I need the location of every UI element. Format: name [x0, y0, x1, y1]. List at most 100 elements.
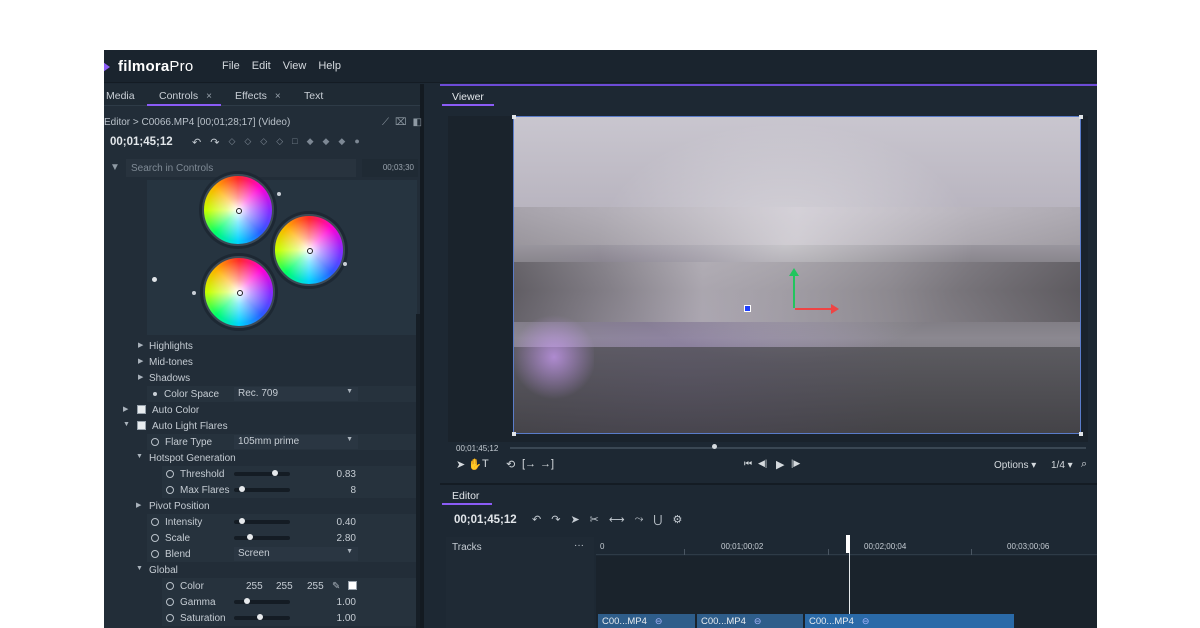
wheel-handle[interactable] — [307, 248, 313, 254]
keyframe-toggle[interactable] — [151, 518, 159, 526]
timeline-clip[interactable]: C00...MP4 ⊖ — [598, 614, 696, 628]
highlights-color-wheel[interactable] — [202, 174, 274, 246]
move-y-gizmo[interactable] — [793, 274, 795, 308]
eyedropper-icon[interactable]: ✎ — [332, 581, 340, 592]
ripple-tool-icon[interactable]: ⤳ — [635, 513, 644, 526]
property-hotspot-generation[interactable]: ▼ Hotspot Generation — [104, 450, 420, 466]
transform-handle[interactable] — [1079, 432, 1083, 436]
tab-viewer[interactable]: Viewer — [452, 91, 484, 103]
keyframe-toggle[interactable] — [166, 486, 174, 494]
hand-tool-icon[interactable]: ✋ — [468, 458, 482, 471]
keyframe-icon[interactable]: ◆ — [338, 136, 345, 149]
graph-icon[interactable]: ⟋ — [382, 117, 389, 128]
slider-knob[interactable] — [239, 486, 245, 492]
prev-keyframe-icon[interactable]: ◇ — [228, 136, 235, 149]
property-auto-color[interactable]: ▶ Auto Color — [104, 402, 420, 418]
timeline-clip[interactable]: C00...MP4 ⊖ — [697, 614, 804, 628]
gear-icon[interactable]: ⚙ — [673, 513, 683, 526]
close-icon[interactable]: × — [275, 91, 281, 102]
color-b-value[interactable]: 255 — [307, 581, 324, 592]
transform-handle[interactable] — [1079, 115, 1083, 119]
property-global[interactable]: ▼ Global — [104, 562, 420, 578]
property-shadows[interactable]: ▶ Shadows — [104, 370, 420, 386]
color-space-dropdown[interactable]: Rec. 709 ▼ — [234, 387, 358, 401]
wheel-handle[interactable] — [236, 208, 242, 214]
color-swatch[interactable] — [348, 581, 357, 590]
keyframe-toggle[interactable] — [151, 550, 159, 558]
tab-effects[interactable]: Effects × — [235, 90, 281, 102]
property-midtones[interactable]: ▶ Mid-tones — [104, 354, 420, 370]
magnet-icon[interactable]: ⋃ — [653, 513, 662, 526]
keyframe-icon[interactable]: ◆ — [322, 136, 329, 149]
keyframe-toggle[interactable] — [166, 582, 174, 590]
gamma-slider[interactable] — [234, 598, 290, 604]
transform-handle[interactable] — [512, 115, 516, 119]
scrub-track[interactable] — [510, 447, 1086, 449]
anchor-point-handle[interactable] — [744, 305, 751, 312]
midtones-color-wheel[interactable] — [273, 214, 345, 286]
undo-icon[interactable]: ↶ — [532, 513, 541, 526]
tracks-menu-button[interactable]: ··· — [574, 540, 584, 551]
keyframe-icon[interactable]: □ — [292, 136, 297, 149]
zoom-dropdown[interactable]: 1/4 ▾ — [1051, 460, 1073, 471]
menu-file[interactable]: File — [222, 60, 240, 72]
keyframe-icon[interactable]: ● — [354, 136, 359, 149]
arrow-right-icon[interactable] — [831, 304, 839, 314]
saturation-slider[interactable] — [234, 614, 290, 620]
filter-icon[interactable]: ▼ — [110, 162, 120, 173]
menu-edit[interactable]: Edit — [252, 60, 271, 72]
layout-icon[interactable]: ◧ — [413, 117, 422, 128]
wheel-level-knob[interactable] — [343, 262, 347, 266]
step-back-icon[interactable]: ◀| — [758, 458, 767, 469]
text-tool-icon[interactable]: T — [482, 458, 489, 470]
tab-editor[interactable]: Editor — [452, 490, 479, 502]
transform-handle[interactable] — [512, 432, 516, 436]
keyframe-icon[interactable]: ◇ — [244, 136, 251, 149]
mark-out-icon[interactable]: →] — [540, 458, 554, 470]
panel-scrollbar[interactable] — [416, 314, 420, 628]
keyframe-icon[interactable]: ◆ — [307, 136, 314, 149]
undo-icon[interactable]: ↶ — [192, 136, 201, 149]
select-tool-icon[interactable]: ➤ — [570, 513, 579, 526]
auto-color-checkbox[interactable] — [137, 405, 146, 414]
redo-icon[interactable]: ↷ — [210, 136, 219, 149]
keyframe-icon[interactable]: ⌧ — [395, 117, 407, 128]
skip-back-icon[interactable]: ⏮ — [744, 458, 752, 469]
options-button[interactable]: Options ▾ — [994, 460, 1036, 471]
keyframe-toggle[interactable] — [166, 470, 174, 478]
blend-dropdown[interactable]: Screen ▼ — [234, 547, 358, 561]
menu-help[interactable]: Help — [318, 60, 341, 72]
max-flares-slider[interactable] — [234, 486, 290, 492]
tab-media[interactable]: Media — [106, 90, 135, 102]
razor-tool-icon[interactable]: ✂ — [590, 513, 599, 526]
loop-icon[interactable]: ⟲ — [506, 458, 515, 471]
playhead-handle[interactable] — [846, 535, 850, 553]
play-icon[interactable]: ▶ — [776, 458, 784, 471]
viewer-scrubber[interactable]: 00;01;45;12 — [448, 442, 1088, 456]
scrub-playhead[interactable] — [711, 444, 717, 449]
slider-knob[interactable] — [271, 470, 278, 476]
redo-icon[interactable]: ↷ — [551, 513, 560, 526]
color-g-value[interactable]: 255 — [276, 581, 293, 592]
color-r-value[interactable]: 255 — [246, 581, 263, 592]
slip-tool-icon[interactable]: ⟷ — [609, 513, 625, 526]
slider-knob[interactable] — [239, 518, 245, 524]
slider-knob[interactable] — [246, 534, 253, 540]
slider-knob[interactable] — [244, 598, 250, 604]
keyframe-toggle[interactable] — [166, 614, 174, 622]
keyframe-toggle[interactable] — [166, 598, 174, 606]
threshold-slider[interactable] — [234, 470, 290, 476]
tab-controls[interactable]: Controls × — [159, 90, 212, 102]
wheel-level-knob[interactable] — [192, 291, 196, 295]
select-tool-icon[interactable]: ➤ — [456, 458, 465, 471]
property-auto-light-flares[interactable]: ▼ Auto Light Flares — [104, 418, 420, 434]
intensity-slider[interactable] — [234, 518, 290, 524]
property-highlights[interactable]: ▶ Highlights — [104, 338, 420, 354]
keyframe-toggle[interactable] — [151, 534, 159, 542]
wheel-handle[interactable] — [237, 290, 243, 296]
keyframe-toggle[interactable] — [151, 438, 159, 446]
menu-view[interactable]: View — [283, 60, 307, 72]
keyframe-icon[interactable]: ◇ — [276, 136, 283, 149]
shadows-color-wheel[interactable] — [203, 256, 275, 328]
timeline-clip[interactable]: C00...MP4 ⊖ — [805, 614, 1015, 628]
